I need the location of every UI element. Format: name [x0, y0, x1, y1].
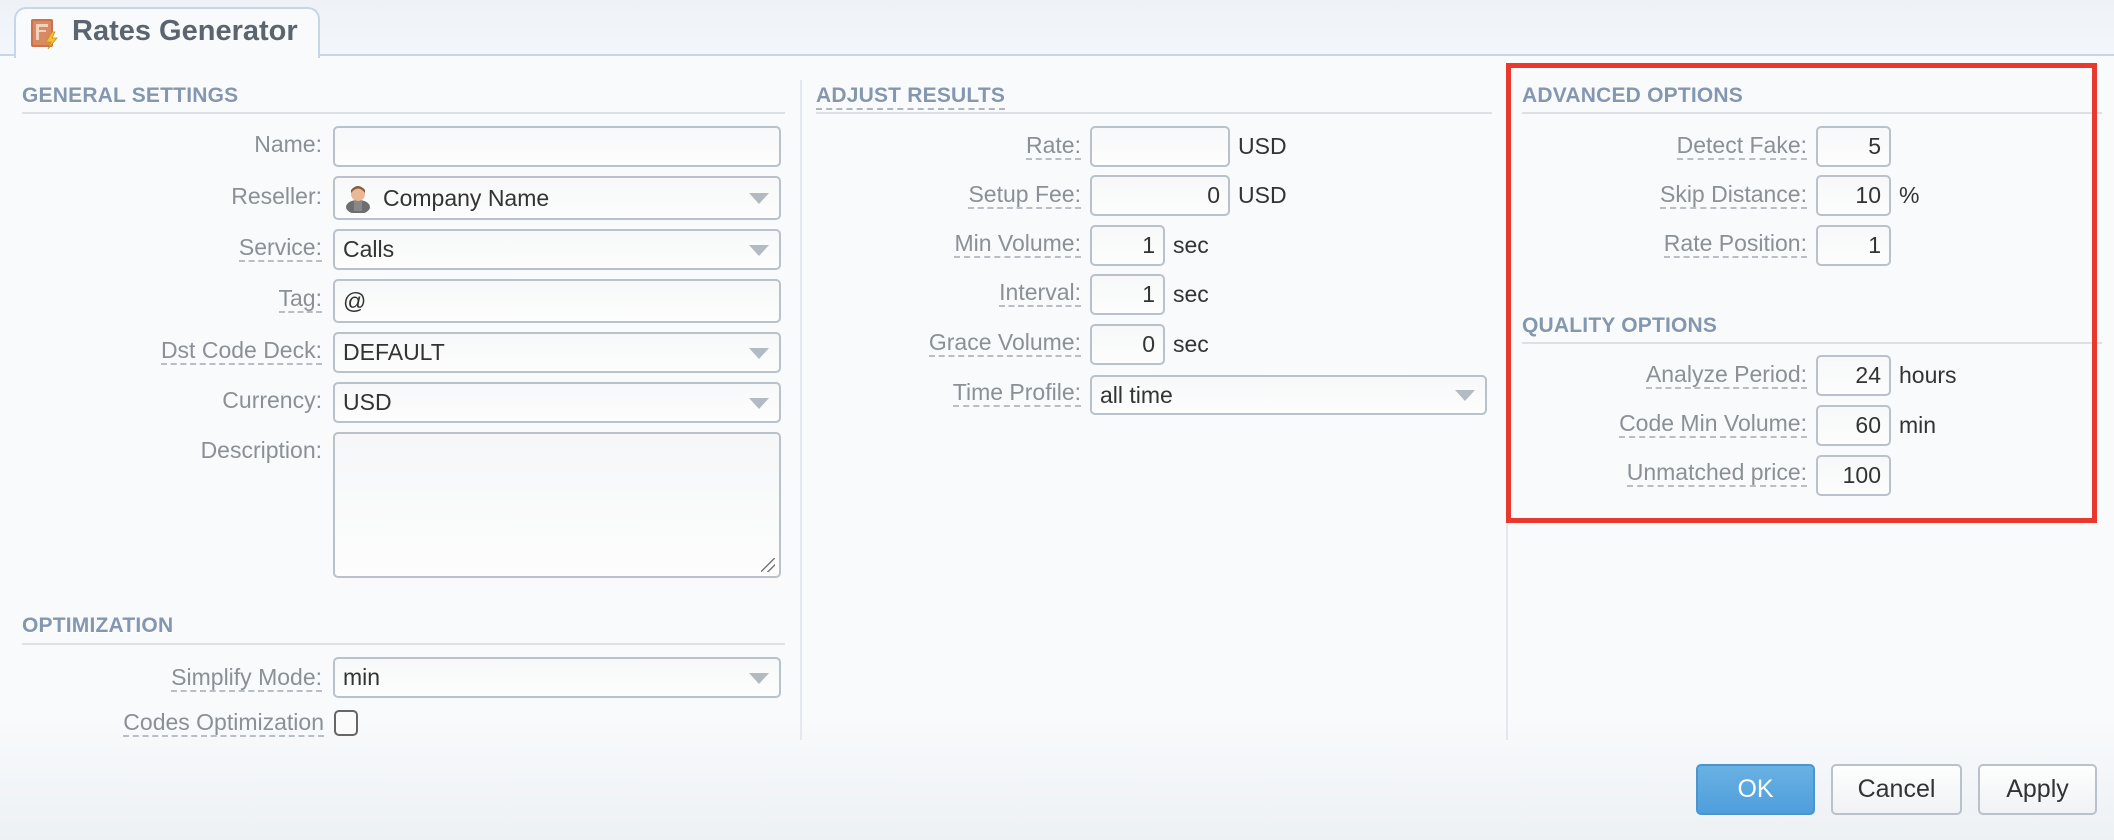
tab-title: Rates Generator	[72, 15, 298, 47]
service-select[interactable]: Calls	[333, 229, 781, 270]
reseller-select[interactable]: Company Name	[333, 176, 781, 220]
name-input[interactable]	[333, 126, 781, 167]
interval-input[interactable]: 1	[1090, 274, 1165, 315]
ok-button[interactable]: OK	[1696, 764, 1815, 815]
rate-input[interactable]	[1090, 126, 1230, 167]
dst-code-deck-label: Dst Code Deck:	[160, 337, 322, 365]
dst-code-deck-value: DEFAULT	[343, 339, 445, 365]
rate-unit: USD	[1238, 133, 1287, 159]
setup-fee-input[interactable]: 0	[1090, 175, 1230, 216]
rates-generator-icon	[31, 19, 58, 50]
interval-unit: sec	[1173, 281, 1209, 307]
highlight-box	[1506, 63, 2097, 523]
service-label: Service:	[238, 234, 322, 262]
resize-handle-icon[interactable]	[761, 558, 775, 572]
chevron-down-icon	[1455, 390, 1475, 401]
min-volume-unit: sec	[1173, 232, 1209, 258]
simplify-mode-label: Simplify Mode:	[171, 664, 322, 692]
setup-fee-unit: USD	[1238, 182, 1287, 208]
simplify-mode-value: min	[343, 664, 381, 690]
time-profile-label: Time Profile:	[952, 379, 1081, 407]
adjust-results-heading: ADJUST RESULTS	[816, 84, 1006, 110]
time-profile-select[interactable]: all time	[1090, 375, 1487, 415]
time-profile-value: all time	[1100, 381, 1173, 408]
reseller-value: Company Name	[383, 184, 550, 211]
tab-rates-generator[interactable]: Rates Generator	[14, 7, 320, 58]
description-textarea[interactable]	[333, 432, 781, 578]
cancel-button[interactable]: Cancel	[1831, 764, 1962, 815]
general-settings-heading: GENERAL SETTINGS	[22, 84, 239, 107]
chevron-down-icon	[749, 193, 769, 204]
rate-label: Rate:	[1026, 132, 1081, 160]
currency-value: USD	[343, 389, 392, 415]
grace-volume-label: Grace Volume:	[928, 329, 1081, 357]
grace-volume-input[interactable]: 0	[1090, 324, 1165, 365]
service-value: Calls	[343, 236, 395, 262]
grace-volume-unit: sec	[1173, 331, 1209, 357]
chevron-down-icon	[749, 244, 769, 256]
currency-select[interactable]: USD	[333, 382, 781, 423]
dst-code-deck-select[interactable]: DEFAULT	[333, 332, 781, 373]
chevron-down-icon	[749, 672, 769, 684]
simplify-mode-select[interactable]: min	[333, 657, 781, 698]
reseller-label: Reseller:	[231, 183, 322, 209]
section-divider	[22, 112, 785, 114]
min-volume-input[interactable]: 1	[1090, 225, 1165, 266]
currency-label: Currency:	[222, 387, 322, 413]
codes-optimization-label: Codes Optimization	[123, 709, 324, 737]
codes-optimization-checkbox[interactable]	[334, 710, 358, 736]
chevron-down-icon	[749, 347, 769, 359]
user-avatar-icon	[346, 186, 370, 213]
section-divider	[22, 643, 785, 645]
chevron-down-icon	[749, 397, 769, 409]
name-label: Name:	[254, 131, 322, 157]
section-divider	[816, 112, 1492, 114]
description-label: Description:	[200, 437, 322, 463]
apply-button[interactable]: Apply	[1978, 764, 2097, 815]
tag-label: Tag:	[278, 285, 322, 313]
setup-fee-label: Setup Fee:	[968, 181, 1081, 209]
interval-label: Interval:	[999, 279, 1081, 307]
tag-input[interactable]: @	[333, 279, 781, 323]
optimization-heading: OPTIMIZATION	[22, 614, 174, 637]
column-divider	[800, 80, 802, 740]
min-volume-label: Min Volume:	[954, 230, 1081, 258]
